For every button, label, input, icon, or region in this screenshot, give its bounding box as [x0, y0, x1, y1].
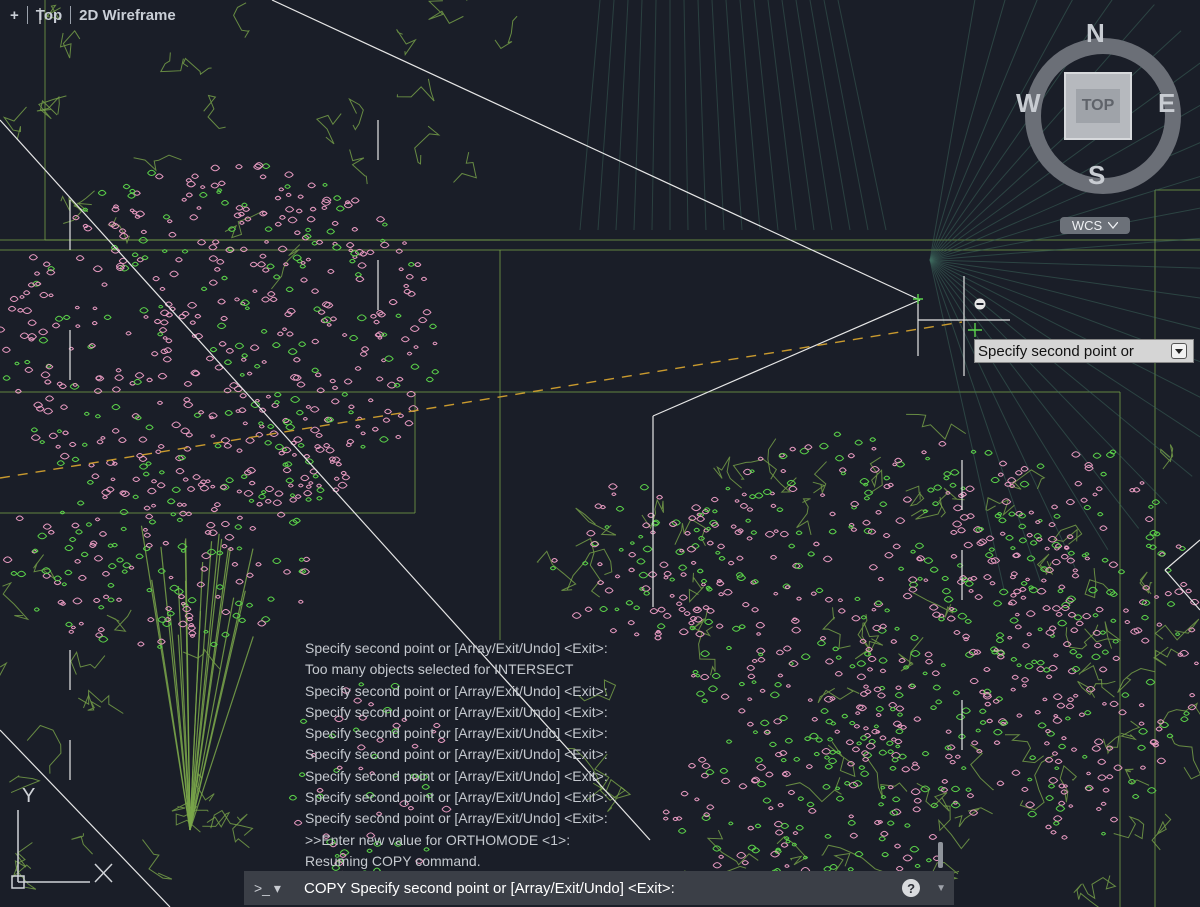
command-history-line: Specify second point or [Array/Exit/Undo…	[305, 810, 608, 827]
command-prompt-icon[interactable]: >_ ▾	[244, 880, 304, 897]
viewcube-top-face[interactable]: TOP	[1064, 72, 1132, 140]
compass-west[interactable]: W	[1016, 88, 1041, 119]
ucs-y-label: Y	[22, 785, 35, 807]
crosshair-cursor	[0, 276, 1010, 479]
compass-north[interactable]: N	[1086, 18, 1105, 49]
command-history-line: Too many objects selected for INTERSECT	[305, 661, 574, 678]
command-line[interactable]: >_ ▾ COPY Specify second point or [Array…	[244, 871, 954, 905]
command-history-scrollbar[interactable]	[938, 842, 943, 868]
ucs-icon: Y	[11, 785, 113, 889]
command-history-line: >>Enter new value for ORTHOMODE <1>:	[305, 831, 571, 848]
command-input[interactable]: COPY Specify second point or [Array/Exit…	[304, 880, 902, 897]
command-history-line: Specify second point or [Array/Exit/Undo…	[305, 789, 608, 806]
command-history-line: Specify second point or [Array/Exit/Undo…	[305, 767, 608, 784]
wcs-menu[interactable]: WCS	[1060, 217, 1130, 234]
separator	[70, 6, 72, 24]
command-history: Specify second point or [Array/Exit/Undo…	[305, 638, 725, 872]
viewport-plus-button[interactable]: +	[10, 7, 19, 24]
viewport-controls: + Top 2D Wireframe	[10, 6, 176, 24]
dynamic-input-tooltip: Specify second point or	[974, 339, 1194, 363]
visual-style-control[interactable]: 2D Wireframe	[79, 7, 176, 24]
viewcube[interactable]: TOP N S W E	[1016, 18, 1181, 194]
compass-south[interactable]: S	[1088, 160, 1105, 191]
dynamic-input-text: Specify second point or	[978, 342, 1134, 360]
chevron-down-icon	[1108, 222, 1119, 229]
options-dropdown-icon[interactable]	[1171, 343, 1187, 359]
command-history-line: Resuming COPY command.	[305, 852, 481, 869]
help-icon[interactable]: ?	[902, 879, 921, 897]
compass-east[interactable]: E	[1158, 88, 1175, 119]
separator	[26, 6, 28, 24]
command-history-line: Specify second point or [Array/Exit/Undo…	[305, 746, 608, 763]
command-history-dropdown-icon[interactable]: ▼	[936, 883, 946, 894]
command-history-line: Specify second point or [Array/Exit/Undo…	[305, 682, 608, 699]
command-history-line: Specify second point or [Array/Exit/Undo…	[305, 703, 608, 720]
wcs-label: WCS	[1071, 218, 1103, 233]
view-control[interactable]: Top	[36, 7, 62, 24]
command-history-line: Specify second point or [Array/Exit/Undo…	[305, 640, 608, 656]
command-history-line: Specify second point or [Array/Exit/Undo…	[305, 725, 608, 742]
